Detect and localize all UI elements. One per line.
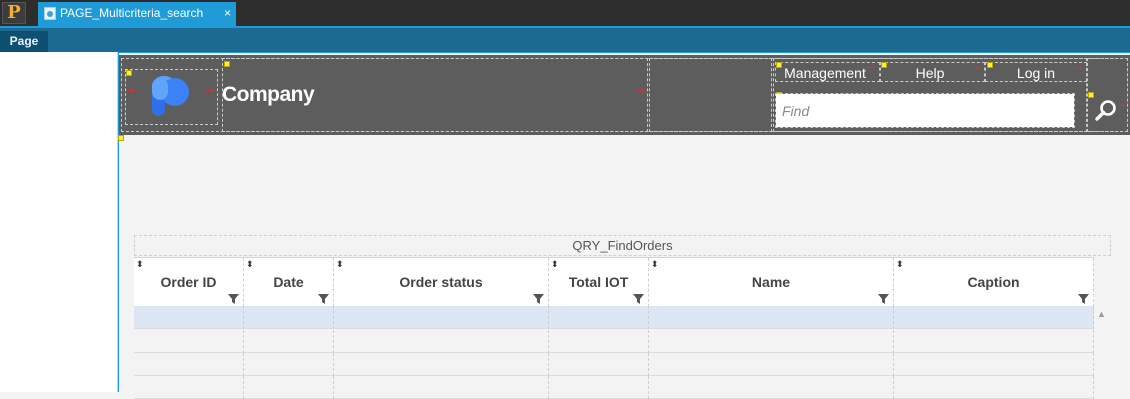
tab-page-multicriteria-search[interactable]: PAGE_Multicriteria_search × [38,2,236,26]
tab-close-icon[interactable]: × [224,2,231,24]
scroll-up-icon[interactable]: ▲ [1097,309,1106,319]
sort-icon[interactable]: ⬍ [551,260,559,269]
filter-icon[interactable] [228,294,239,304]
tab-label: PAGE_Multicriteria_search [60,6,204,20]
anchor-arrow-icon: → [205,84,215,97]
table-cell[interactable] [334,376,549,399]
p-logo-icon [152,76,189,116]
menu-item-help[interactable]: Help [880,64,980,82]
sort-icon[interactable]: ⬍ [651,260,659,269]
column-label: Total IOT [568,274,629,290]
menu-item-login[interactable]: Log in [985,64,1087,82]
table-cell[interactable] [244,330,334,353]
table-cell[interactable] [244,306,334,329]
table-row[interactable] [134,330,1094,353]
selection-handle[interactable] [224,61,230,67]
table-cell[interactable] [649,376,894,399]
table-cell[interactable] [134,353,244,376]
menu-item-management[interactable]: Management [775,64,875,82]
table-row[interactable] [134,376,1094,399]
column-header-total-iot[interactable]: ⬍ Total IOT [549,258,649,307]
table-cell[interactable] [549,376,649,399]
table-cell[interactable] [134,330,244,353]
table-row[interactable] [134,306,1094,329]
column-label: Caption [967,274,1020,290]
filter-icon[interactable] [878,294,889,304]
table-cell[interactable] [649,353,894,376]
selection-handle[interactable] [118,135,124,141]
table-cell[interactable] [549,330,649,353]
table-header: ⬍ Order ID ⬍ Date ⬍ Order status ⬍ Total… [134,257,1094,307]
table-cell[interactable] [134,306,244,329]
column-label: Name [751,274,791,290]
sort-icon[interactable]: ⬍ [136,260,144,269]
anchor-arrow-icon: → [126,84,136,97]
sort-icon[interactable]: ⬍ [336,260,344,269]
column-header-order-id[interactable]: ⬍ Order ID [134,258,244,307]
table-cell[interactable] [894,376,1094,399]
column-header-order-status[interactable]: ⬍ Order status [334,258,549,307]
table-cell[interactable] [894,306,1094,329]
subtab-bar: Page [0,28,1130,52]
table-cell[interactable] [334,330,549,353]
table-cell[interactable] [549,306,649,329]
sort-icon[interactable]: ⬍ [246,260,254,269]
spacer-cell-outline [649,58,772,132]
table-cell[interactable] [894,330,1094,353]
search-icon[interactable] [1089,93,1123,127]
table-cell[interactable] [134,376,244,399]
table-row[interactable] [134,353,1094,376]
table-cell[interactable] [334,306,549,329]
filter-icon[interactable] [1078,294,1089,304]
column-label: Date [273,274,304,290]
column-header-name[interactable]: ⬍ Name [649,258,894,307]
app-logo-icon[interactable]: P [2,2,26,24]
selection-handle[interactable] [126,70,132,76]
table-cell[interactable] [649,330,894,353]
table-cell[interactable] [649,306,894,329]
find-input[interactable] [775,93,1075,128]
table-cell[interactable] [894,353,1094,376]
company-name: Company [222,83,315,106]
table-cell[interactable] [244,376,334,399]
column-label: Order status [399,274,483,290]
sort-icon[interactable]: ⬍ [896,260,904,269]
column-header-date[interactable]: ⬍ Date [244,258,334,307]
table-cell[interactable] [549,353,649,376]
page-document-icon [44,7,56,20]
left-margin [0,52,118,392]
editor-titlebar: P PAGE_Multicriteria_search × [0,0,1130,26]
column-header-caption[interactable]: ⬍ Caption [894,258,1094,307]
filter-icon[interactable] [633,294,644,304]
table-cell[interactable] [244,353,334,376]
table-title: QRY_FindOrders [134,235,1111,256]
table-cell[interactable] [334,353,549,376]
column-label: Order ID [160,274,217,290]
anchor-arrow-icon: → [636,84,646,97]
filter-icon[interactable] [533,294,544,304]
filter-icon[interactable] [318,294,329,304]
subtab-page[interactable]: Page [0,31,48,52]
canvas-top-rule [119,52,1130,53]
